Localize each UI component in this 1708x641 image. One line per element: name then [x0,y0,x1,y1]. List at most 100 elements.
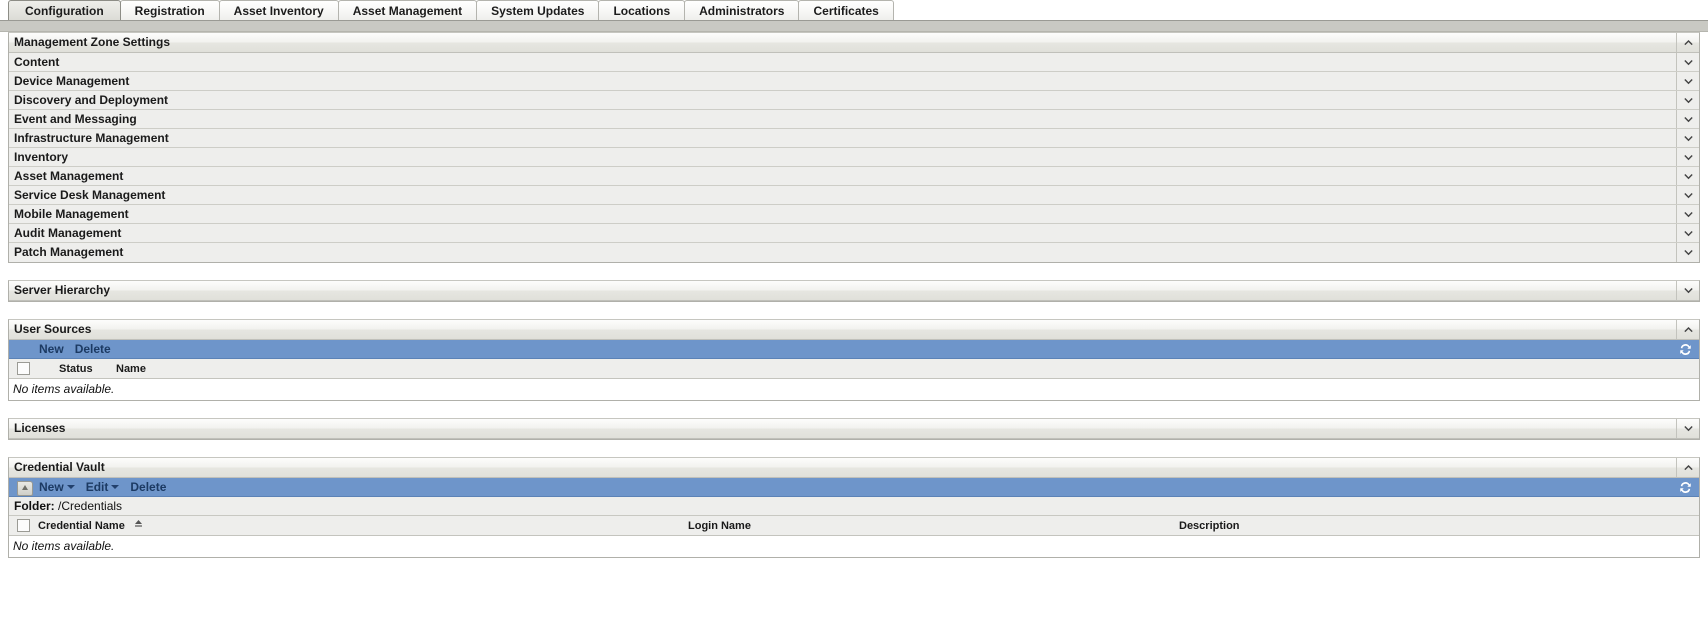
refresh-icon[interactable] [1678,480,1693,495]
chevron-down-icon [1683,173,1693,179]
tab-label: System Updates [491,4,585,18]
chevron-down-icon [1683,230,1693,236]
user-sources-new-button[interactable]: New [39,340,64,359]
expand-toggle[interactable] [1676,148,1699,166]
collapse-toggle[interactable] [1676,33,1699,52]
expand-toggle[interactable] [1676,186,1699,204]
section-row-service-desk-management[interactable]: Service Desk Management [9,186,1699,205]
tab-label: Asset Management [352,4,463,18]
user-sources-table-header: Status Name [9,359,1699,379]
expand-toggle[interactable] [1676,281,1699,300]
chevron-up-icon [1683,464,1693,471]
tab-label: Asset Inventory [233,4,324,18]
section-label: Event and Messaging [14,112,137,126]
chevron-down-icon [66,484,75,489]
tab-label: Registration [134,4,205,18]
expand-toggle[interactable] [1676,419,1699,438]
column-header-login-name[interactable]: Login Name [688,520,751,532]
chevron-down-icon [1683,288,1693,294]
main-tab-strip: Configuration Registration Asset Invento… [0,0,1708,21]
section-row-patch-management[interactable]: Patch Management [9,243,1699,262]
collapse-toggle[interactable] [1676,320,1699,339]
refresh-icon[interactable] [1678,342,1693,357]
section-row-inventory[interactable]: Inventory [9,148,1699,167]
section-row-event-and-messaging[interactable]: Event and Messaging [9,110,1699,129]
credential-vault-new-button[interactable]: New [39,478,75,497]
panel-title: Management Zone Settings [14,35,171,49]
expand-toggle[interactable] [1676,167,1699,185]
credential-vault-toolbar: New Edit Delete [9,478,1699,497]
panel-title: Credential Vault [14,460,105,474]
folder-up-icon[interactable] [17,481,33,496]
chevron-down-icon [1683,426,1693,432]
tab-strip-filler [893,19,1708,20]
section-row-mobile-management[interactable]: Mobile Management [9,205,1699,224]
user-sources-delete-button[interactable]: Delete [75,340,111,359]
user-sources-header[interactable]: User Sources [9,320,1699,340]
tab-label: Administrators [699,4,785,18]
user-sources-toolbar: New Delete [9,340,1699,359]
tab-registration[interactable]: Registration [119,0,220,20]
expand-toggle[interactable] [1676,53,1699,71]
select-all-checkbox[interactable] [17,519,30,532]
section-row-content[interactable]: Content [9,53,1699,72]
chevron-down-icon [1683,59,1693,65]
section-label: Content [14,55,60,69]
new-label: New [39,479,64,494]
expand-toggle[interactable] [1676,129,1699,147]
expand-toggle[interactable] [1676,205,1699,223]
chevron-down-icon [1683,250,1693,256]
tab-asset-inventory[interactable]: Asset Inventory [218,0,339,20]
chevron-up-icon [1683,39,1693,46]
section-label: Audit Management [14,226,122,240]
chevron-down-icon [1683,192,1693,198]
expand-toggle[interactable] [1676,72,1699,90]
licenses-header[interactable]: Licenses [9,419,1699,439]
section-label: Service Desk Management [14,188,166,202]
tab-label: Locations [613,4,671,18]
server-hierarchy-header[interactable]: Server Hierarchy [9,281,1699,301]
tab-asset-management[interactable]: Asset Management [337,0,478,20]
collapse-toggle[interactable] [1676,458,1699,477]
chevron-down-icon [1683,97,1693,103]
tab-label: Configuration [25,4,104,18]
column-header-name[interactable]: Name [116,363,146,375]
credential-vault-delete-button[interactable]: Delete [130,478,166,497]
section-row-asset-management[interactable]: Asset Management [9,167,1699,186]
section-label: Mobile Management [14,207,129,221]
expand-toggle[interactable] [1676,110,1699,128]
chevron-up-icon [1683,326,1693,333]
section-row-audit-management[interactable]: Audit Management [9,224,1699,243]
column-header-status[interactable]: Status [59,363,93,375]
chevron-down-icon [1683,154,1693,160]
section-row-discovery-and-deployment[interactable]: Discovery and Deployment [9,91,1699,110]
credential-vault-edit-button[interactable]: Edit [86,478,120,497]
section-label: Device Management [14,74,130,88]
section-row-infrastructure-management[interactable]: Infrastructure Management [9,129,1699,148]
management-zone-settings-header[interactable]: Management Zone Settings [9,33,1699,53]
column-label: Credential Name [38,519,125,532]
select-all-checkbox[interactable] [17,362,30,375]
panel-user-sources: User Sources New Delete Status Name No i… [8,319,1700,401]
chevron-down-icon [111,484,120,489]
tab-certificates[interactable]: Certificates [798,0,894,20]
section-row-device-management[interactable]: Device Management [9,72,1699,91]
user-sources-empty-message: No items available. [9,379,1699,400]
tab-locations[interactable]: Locations [598,0,686,20]
column-header-credential-name[interactable]: Credential Name [38,519,143,532]
chevron-down-icon [1683,116,1693,122]
tab-system-updates[interactable]: System Updates [476,0,600,20]
credential-vault-header[interactable]: Credential Vault [9,458,1699,478]
panel-title: Licenses [14,421,66,435]
tab-configuration[interactable]: Configuration [8,0,121,20]
credential-vault-table-header: Credential Name Login Name Description [9,516,1699,536]
column-header-description[interactable]: Description [1179,520,1240,532]
expand-toggle[interactable] [1676,243,1699,262]
expand-toggle[interactable] [1676,91,1699,109]
credential-vault-empty-message: No items available. [9,536,1699,557]
tab-label: Certificates [813,4,879,18]
tab-administrators[interactable]: Administrators [684,0,800,20]
expand-toggle[interactable] [1676,224,1699,242]
section-label: Asset Management [14,169,124,183]
page-body: Management Zone Settings Content Device … [0,32,1708,558]
